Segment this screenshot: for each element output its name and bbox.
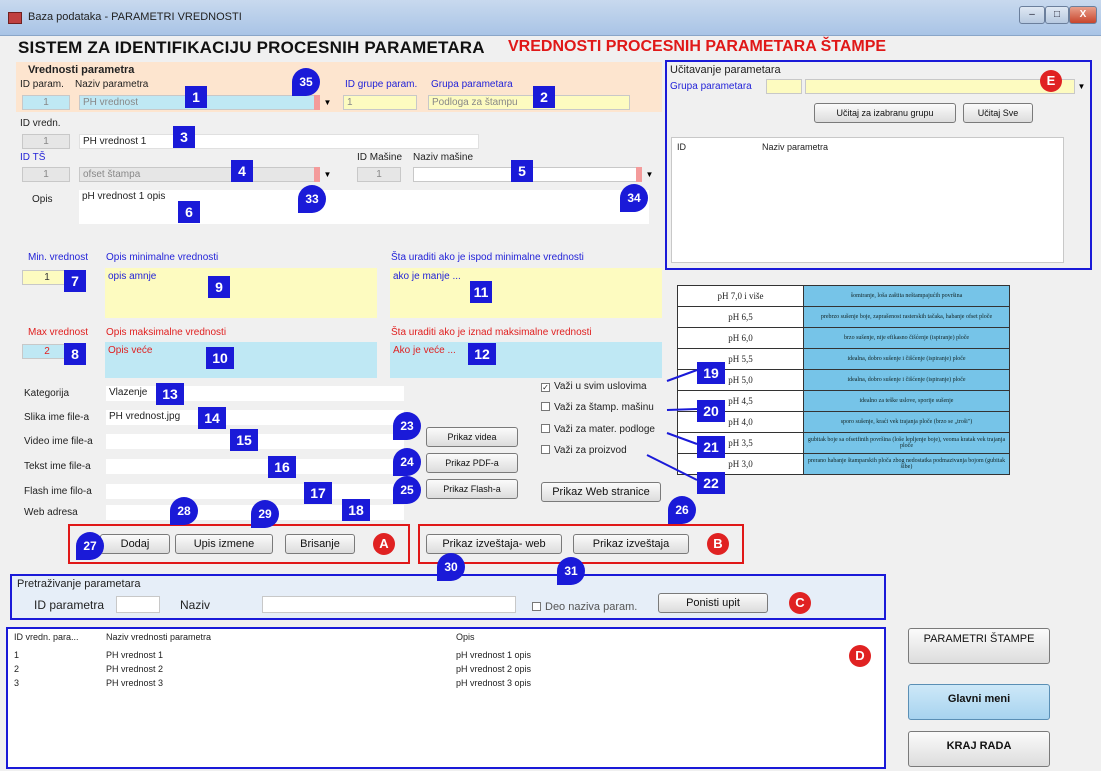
app-window: Baza podataka - PARAMETRI VREDNOSTI – □ … bbox=[0, 0, 1101, 771]
arrow-overlay bbox=[646, 369, 698, 481]
